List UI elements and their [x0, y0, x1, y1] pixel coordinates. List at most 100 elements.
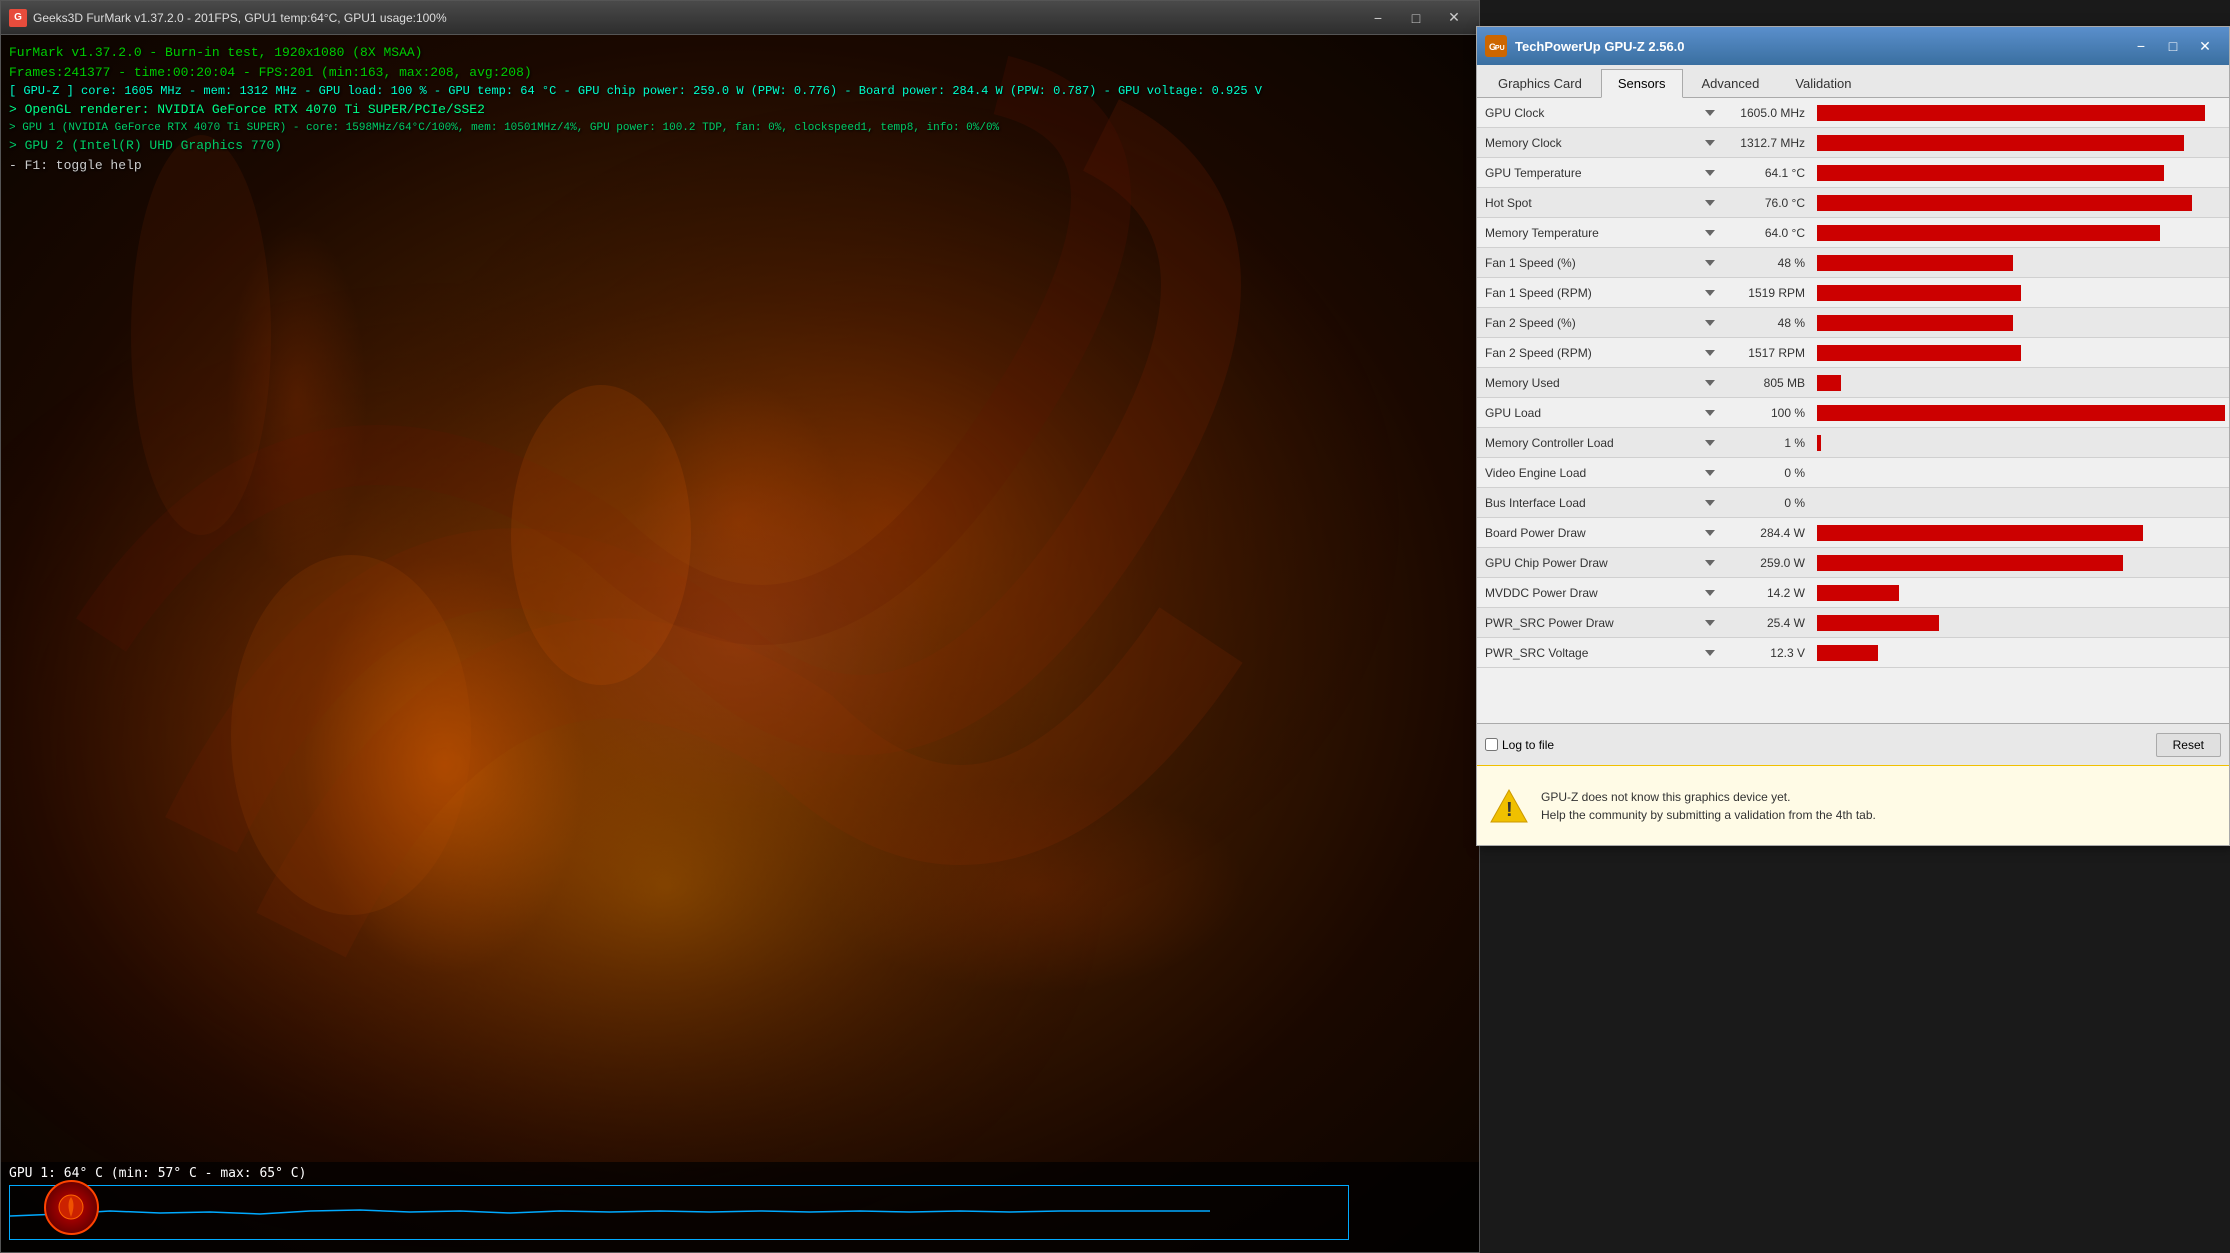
sensor-name-gpu-temp: GPU Temperature	[1477, 166, 1697, 180]
sensor-dropdown-pwr-src-power[interactable]	[1697, 610, 1723, 636]
sensor-bar-fill-gpu-load	[1817, 405, 2225, 421]
sensor-value-fan2-rpm: 1517 RPM	[1723, 346, 1813, 360]
overlay-line3: [ GPU-Z ] core: 1605 MHz - mem: 1312 MHz…	[9, 82, 1262, 100]
sensor-dropdown-bus-interface[interactable]	[1697, 490, 1723, 516]
reset-button[interactable]: Reset	[2156, 733, 2221, 757]
furmark-content: FurMark v1.37.2.0 - Burn-in test, 1920x1…	[1, 35, 1479, 1252]
sensor-value-board-power: 284.4 W	[1723, 526, 1813, 540]
furmark-canvas: FurMark v1.37.2.0 - Burn-in test, 1920x1…	[1, 35, 1479, 1252]
overlay-line5: > GPU 1 (NVIDIA GeForce RTX 4070 Ti SUPE…	[9, 120, 1262, 137]
sensor-name-hot-spot: Hot Spot	[1477, 196, 1697, 210]
sensor-row-mem-ctrl-load: Memory Controller Load 1 %	[1477, 428, 2229, 458]
sensor-bar-fill-fan1-rpm	[1817, 285, 2021, 301]
gpu-temp-area: GPU 1: 64° C (min: 57° C - max: 65° C)	[1, 1162, 1479, 1252]
gpuz-logo-icon: G PU	[1487, 37, 1505, 55]
sensor-bar-fill-gpu-temp	[1817, 165, 2164, 181]
sensor-dropdown-gpu-clock[interactable]	[1697, 100, 1723, 126]
sensor-bar-board-power	[1817, 525, 2225, 541]
furmark-minimize-button[interactable]: −	[1361, 1, 1395, 35]
sensor-value-memory-temp: 64.0 °C	[1723, 226, 1813, 240]
log-to-file-checkbox[interactable]: Log to file	[1485, 738, 1554, 752]
sensor-value-memory-used: 805 MB	[1723, 376, 1813, 390]
sensor-dropdown-fan1-pct[interactable]	[1697, 250, 1723, 276]
sensor-name-fan1-rpm: Fan 1 Speed (RPM)	[1477, 286, 1697, 300]
gpuz-title: TechPowerUp GPU-Z 2.56.0	[1515, 39, 2125, 54]
gpuz-minimize-button[interactable]: −	[2125, 34, 2157, 58]
sensor-dropdown-pwr-src-voltage[interactable]	[1697, 640, 1723, 666]
sensor-dropdown-chip-power[interactable]	[1697, 550, 1723, 576]
furmark-maximize-button[interactable]: □	[1399, 1, 1433, 35]
sensor-row-fan2-pct: Fan 2 Speed (%) 48 %	[1477, 308, 2229, 338]
sensor-name-memory-clock: Memory Clock	[1477, 136, 1697, 150]
warning-text: GPU-Z does not know this graphics device…	[1541, 788, 1876, 824]
sensor-dropdown-memory-temp[interactable]	[1697, 220, 1723, 246]
sensor-value-pwr-src-power: 25.4 W	[1723, 616, 1813, 630]
sensor-row-fan1-pct: Fan 1 Speed (%) 48 %	[1477, 248, 2229, 278]
overlay-line2: Frames:241377 - time:00:20:04 - FPS:201 …	[9, 63, 1262, 83]
sensor-bar-hot-spot	[1817, 195, 2225, 211]
temp-graph-svg	[10, 1186, 1348, 1239]
gpuz-close-button-titlebar[interactable]: ✕	[2189, 34, 2221, 58]
sensor-bar-chip-power	[1817, 555, 2225, 571]
gpuz-window: G PU TechPowerUp GPU-Z 2.56.0 − □ ✕ Grap…	[1476, 26, 2230, 846]
sensor-value-gpu-load: 100 %	[1723, 406, 1813, 420]
sensor-dropdown-fan2-pct[interactable]	[1697, 310, 1723, 336]
sensor-bar-fill-fan2-rpm	[1817, 345, 2021, 361]
warning-line2: Help the community by submitting a valid…	[1541, 806, 1876, 824]
overlay-line7: - F1: toggle help	[9, 156, 1262, 176]
flame-svg	[1, 35, 1479, 1252]
sensor-dropdown-video-engine[interactable]	[1697, 460, 1723, 486]
sensor-dropdown-memory-used[interactable]	[1697, 370, 1723, 396]
sensor-dropdown-board-power[interactable]	[1697, 520, 1723, 546]
sensor-dropdown-fan1-rpm[interactable]	[1697, 280, 1723, 306]
sensor-row-fan2-rpm: Fan 2 Speed (RPM) 1517 RPM	[1477, 338, 2229, 368]
furmark-window-controls: − □ ✕	[1361, 1, 1471, 35]
sensor-bar-fill-mem-ctrl-load	[1817, 435, 1821, 451]
sensor-bar-gpu-clock	[1817, 105, 2225, 121]
furmark-titlebar: G Geeks3D FurMark v1.37.2.0 - 201FPS, GP…	[1, 1, 1479, 35]
sensor-row-pwr-src-voltage: PWR_SRC Voltage 12.3 V	[1477, 638, 2229, 668]
sensor-dropdown-hot-spot[interactable]	[1697, 190, 1723, 216]
svg-text:!: !	[1506, 799, 1513, 821]
sensor-dropdown-fan2-rpm[interactable]	[1697, 340, 1723, 366]
sensor-name-bus-interface: Bus Interface Load	[1477, 496, 1697, 510]
sensor-bar-pwr-src-voltage	[1817, 645, 2225, 661]
sensors-table: GPU Clock 1605.0 MHz Memory Clock 1312.7…	[1477, 98, 2229, 668]
sensor-value-fan1-pct: 48 %	[1723, 256, 1813, 270]
tab-validation[interactable]: Validation	[1778, 69, 1868, 97]
log-checkbox-input[interactable]	[1485, 738, 1498, 751]
sensor-row-memory-clock: Memory Clock 1312.7 MHz	[1477, 128, 2229, 158]
sensor-row-pwr-src-power: PWR_SRC Power Draw 25.4 W	[1477, 608, 2229, 638]
sensor-row-bus-interface: Bus Interface Load 0 %	[1477, 488, 2229, 518]
gpuz-window-controls: − □ ✕	[2125, 34, 2221, 58]
sensor-dropdown-mvddc-power[interactable]	[1697, 580, 1723, 606]
gpu-temp-label: GPU 1: 64° C (min: 57° C - max: 65° C)	[1, 1162, 1479, 1185]
sensor-row-gpu-clock: GPU Clock 1605.0 MHz	[1477, 98, 2229, 128]
sensor-name-board-power: Board Power Draw	[1477, 526, 1697, 540]
sensor-bar-fill-chip-power	[1817, 555, 2123, 571]
sensor-value-gpu-temp: 64.1 °C	[1723, 166, 1813, 180]
sensor-name-mvddc-power: MVDDC Power Draw	[1477, 586, 1697, 600]
sensor-name-gpu-clock: GPU Clock	[1477, 106, 1697, 120]
sensor-bar-gpu-temp	[1817, 165, 2225, 181]
furmark-logo	[11, 1172, 131, 1242]
sensor-dropdown-gpu-load[interactable]	[1697, 400, 1723, 426]
sensor-bar-fill-fan1-pct	[1817, 255, 2013, 271]
sensor-bar-pwr-src-power	[1817, 615, 2225, 631]
tab-graphics-card[interactable]: Graphics Card	[1481, 69, 1599, 97]
sensor-name-memory-used: Memory Used	[1477, 376, 1697, 390]
overlay-line1: FurMark v1.37.2.0 - Burn-in test, 1920x1…	[9, 43, 1262, 63]
sensor-dropdown-mem-ctrl-load[interactable]	[1697, 430, 1723, 456]
sensor-dropdown-gpu-temp[interactable]	[1697, 160, 1723, 186]
furmark-close-button[interactable]: ✕	[1437, 1, 1471, 35]
log-checkbox-label: Log to file	[1502, 738, 1554, 752]
gpuz-maximize-button[interactable]: □	[2157, 34, 2189, 58]
sensor-dropdown-memory-clock[interactable]	[1697, 130, 1723, 156]
sensor-row-chip-power: GPU Chip Power Draw 259.0 W	[1477, 548, 2229, 578]
furmark-logo-icon	[56, 1192, 86, 1222]
sensor-name-chip-power: GPU Chip Power Draw	[1477, 556, 1697, 570]
sensor-bar-fill-memory-clock	[1817, 135, 2184, 151]
tab-advanced[interactable]: Advanced	[1685, 69, 1777, 97]
sensor-bar-gpu-load	[1817, 405, 2225, 421]
tab-sensors[interactable]: Sensors	[1601, 69, 1683, 98]
